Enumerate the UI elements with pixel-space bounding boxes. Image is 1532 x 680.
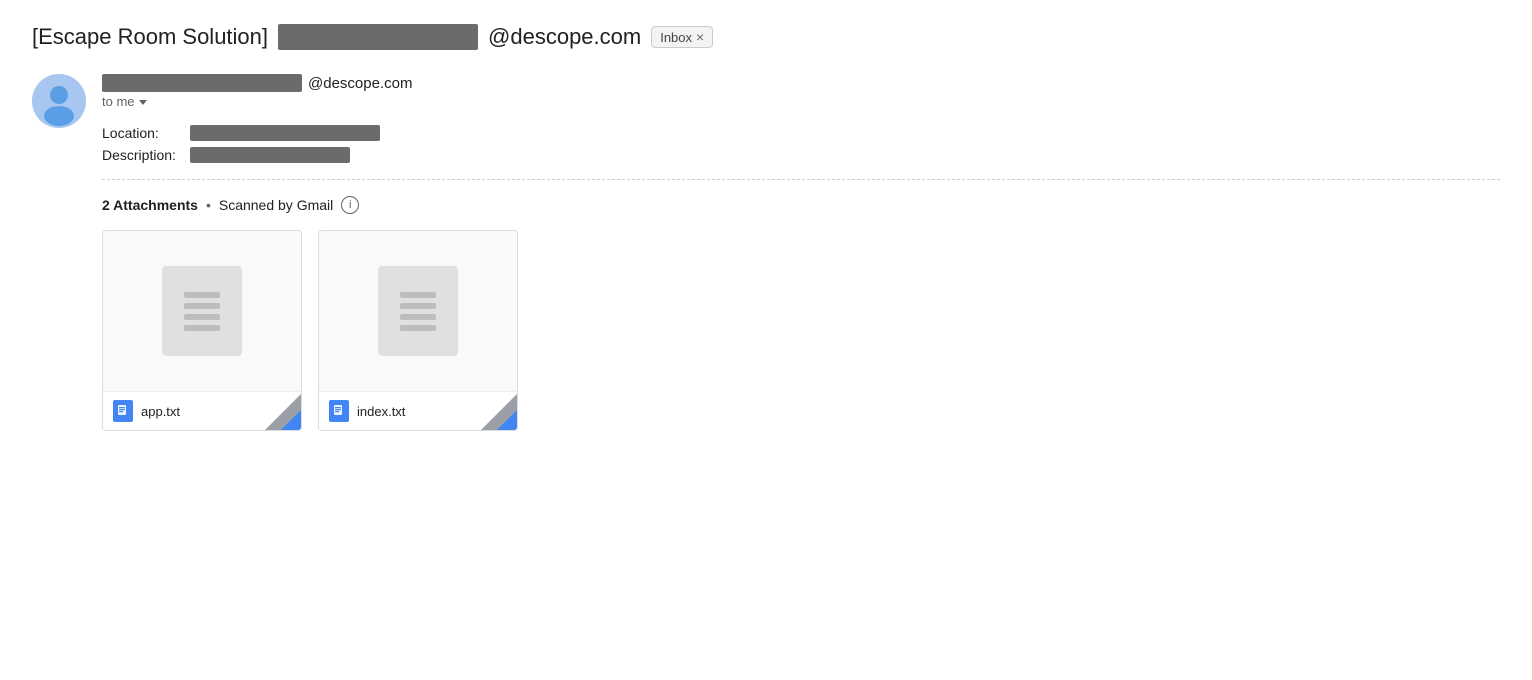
doc-line bbox=[184, 325, 220, 331]
attachment-footer-2: index.txt bbox=[319, 391, 517, 430]
to-me-line[interactable]: to me bbox=[102, 94, 1500, 109]
corner-fold-blue-1 bbox=[281, 410, 301, 430]
subject-line: [Escape Room Solution] @descope.com Inbo… bbox=[32, 24, 1500, 50]
description-row: Description: bbox=[102, 147, 1500, 163]
corner-fold-blue-2 bbox=[497, 410, 517, 430]
inbox-label: Inbox bbox=[660, 30, 692, 45]
doc-line bbox=[400, 292, 436, 298]
attachment-preview-2 bbox=[319, 231, 517, 391]
attachment-preview-1 bbox=[103, 231, 301, 391]
attachments-grid: app.txt bbox=[102, 230, 1500, 431]
sender-domain: @descope.com bbox=[308, 75, 412, 92]
doc-line bbox=[184, 292, 220, 298]
attachments-dot: • bbox=[206, 197, 211, 213]
avatar bbox=[32, 74, 86, 128]
divider bbox=[102, 179, 1500, 180]
file-doc-icon-2 bbox=[329, 400, 349, 422]
file-doc-icon-1 bbox=[113, 400, 133, 422]
doc-line bbox=[400, 314, 436, 320]
location-value-redacted bbox=[190, 125, 380, 141]
email-body: @descope.com to me Location: Description… bbox=[32, 74, 1500, 431]
subject-domain: @descope.com bbox=[488, 24, 641, 50]
attachment-card-2[interactable]: index.txt bbox=[318, 230, 518, 431]
doc-preview-icon-2 bbox=[378, 266, 458, 356]
attachment-card-1[interactable]: app.txt bbox=[102, 230, 302, 431]
subject-prefix: [Escape Room Solution] bbox=[32, 24, 268, 50]
sender-line: @descope.com bbox=[102, 74, 1500, 92]
description-label: Description: bbox=[102, 147, 182, 163]
to-me-label: to me bbox=[102, 94, 135, 109]
doc-line bbox=[184, 303, 220, 309]
location-label: Location: bbox=[102, 125, 182, 141]
subject-redacted bbox=[278, 24, 478, 50]
doc-preview-icon-1 bbox=[162, 266, 242, 356]
scanned-by-gmail-text: Scanned by Gmail bbox=[219, 197, 333, 213]
attachments-header: 2 Attachments • Scanned by Gmail i bbox=[102, 196, 1500, 214]
info-icon[interactable]: i bbox=[341, 196, 359, 214]
attachments-count: 2 Attachments bbox=[102, 197, 198, 213]
doc-line bbox=[400, 303, 436, 309]
location-row: Location: bbox=[102, 125, 1500, 141]
inbox-badge[interactable]: Inbox × bbox=[651, 26, 713, 48]
attachment-footer-1: app.txt bbox=[103, 391, 301, 430]
sender-name-redacted bbox=[102, 74, 302, 92]
email-content: @descope.com to me Location: Description… bbox=[102, 74, 1500, 431]
inbox-close-button[interactable]: × bbox=[696, 29, 704, 45]
doc-line bbox=[184, 314, 220, 320]
description-value-redacted bbox=[190, 147, 350, 163]
chevron-down-icon[interactable] bbox=[139, 100, 147, 105]
email-fields: Location: Description: bbox=[102, 125, 1500, 163]
doc-line bbox=[400, 325, 436, 331]
